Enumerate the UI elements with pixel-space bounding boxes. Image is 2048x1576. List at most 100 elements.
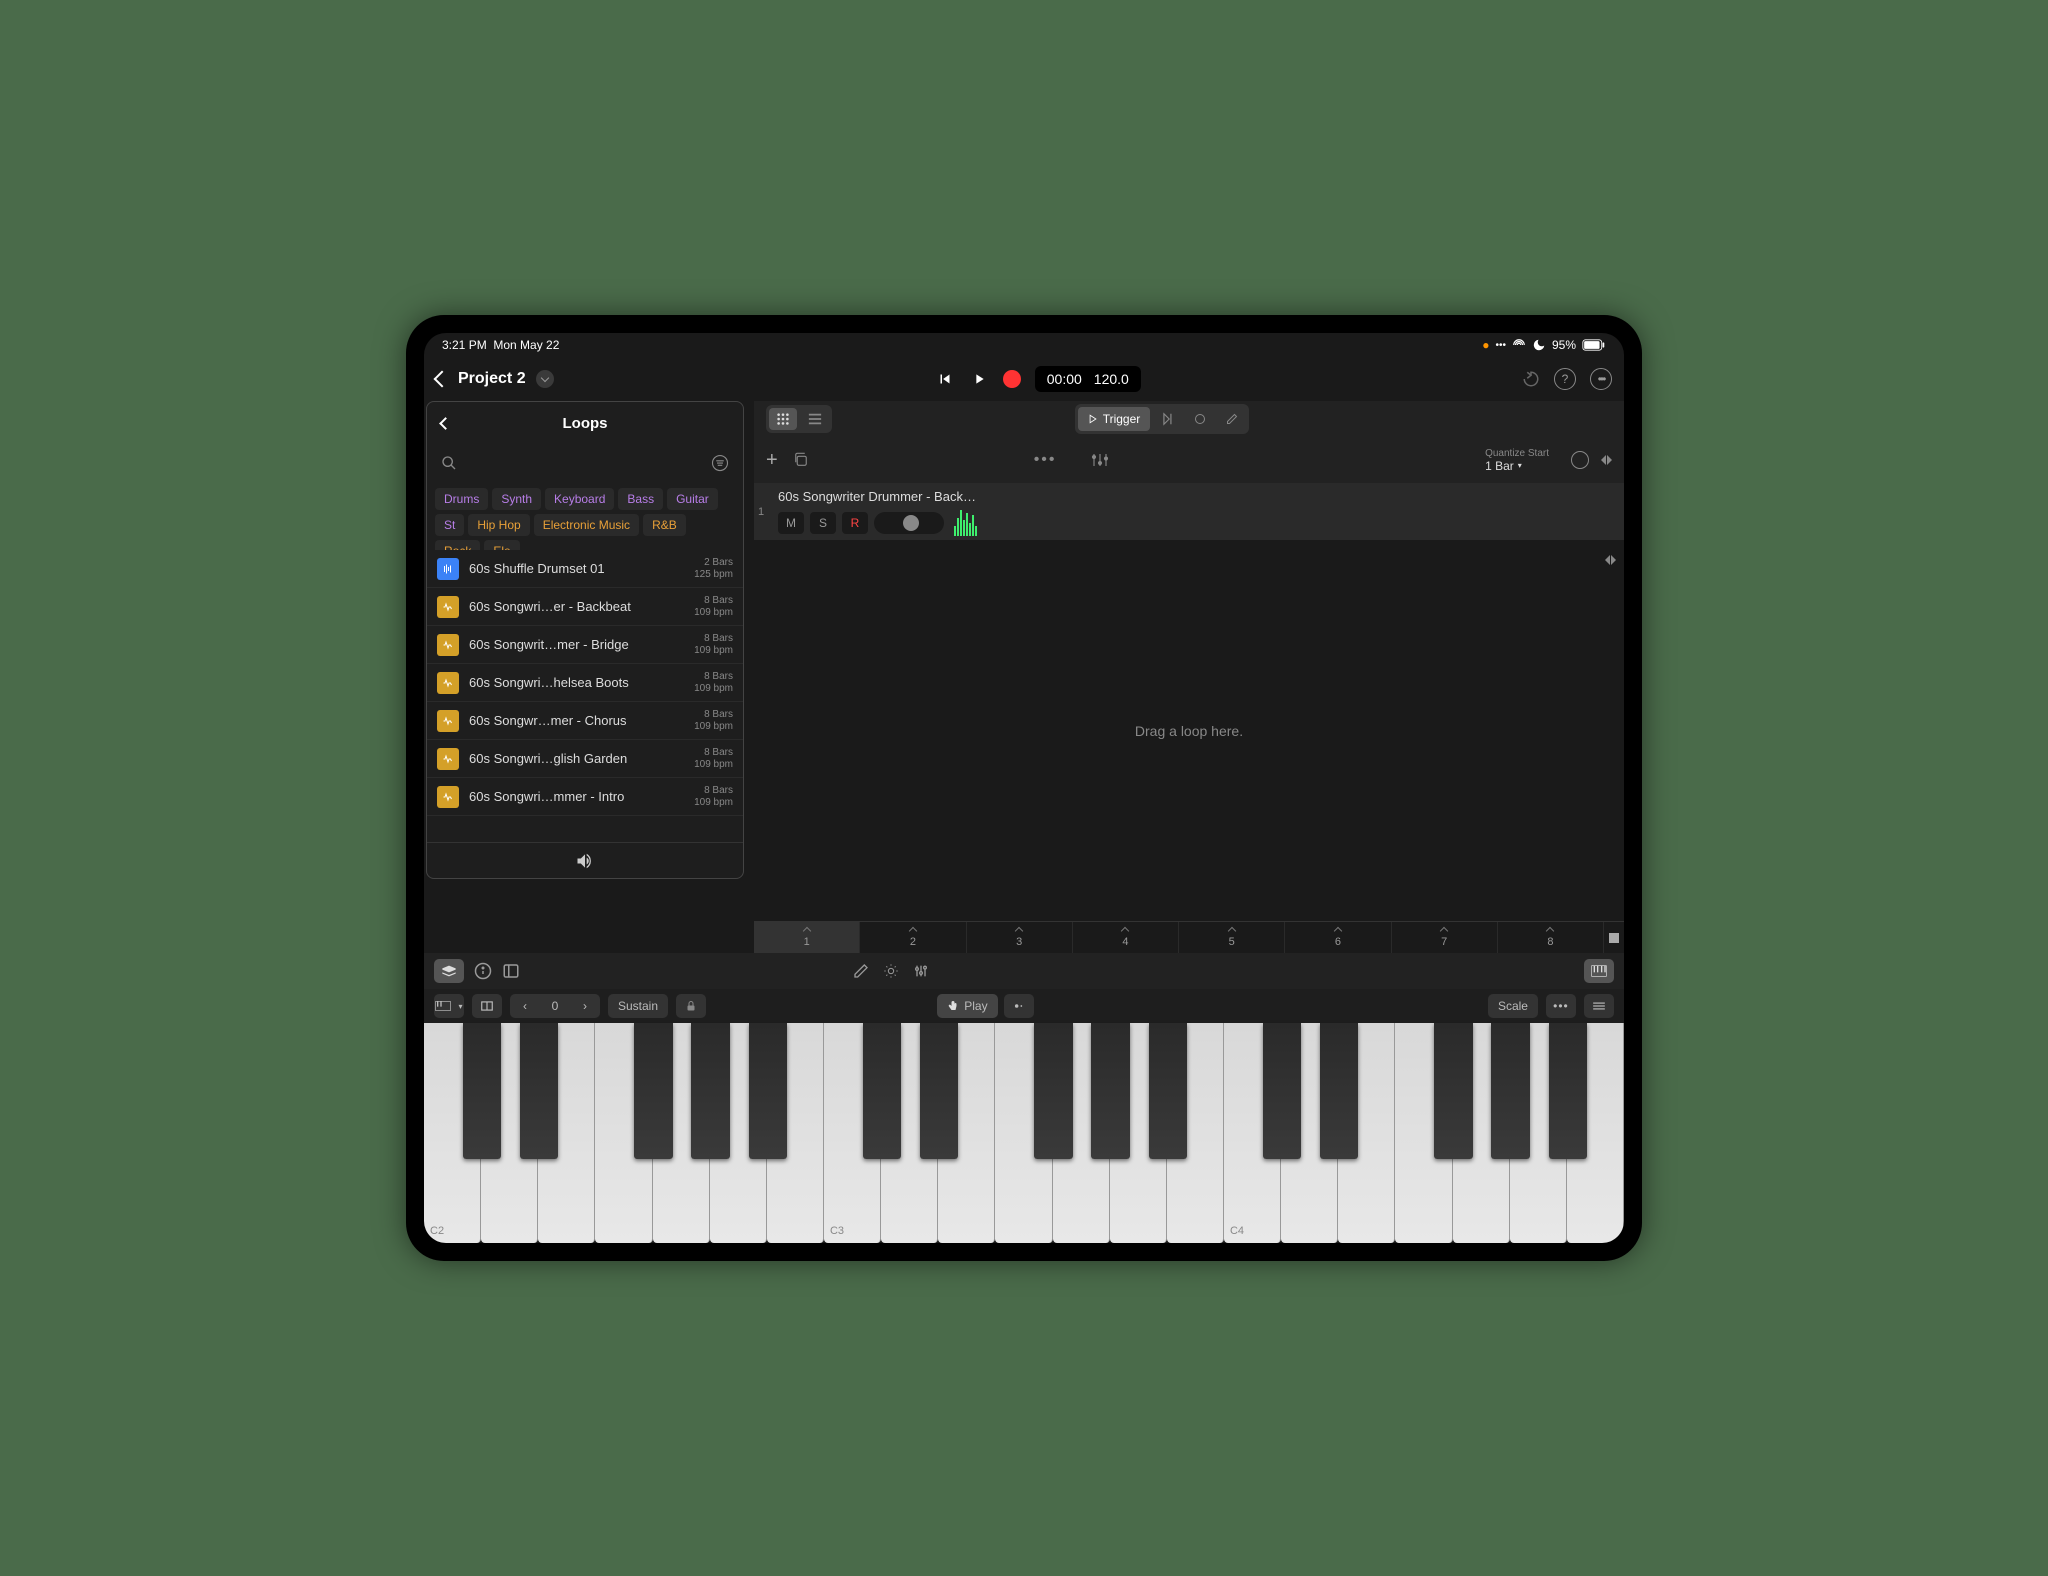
- tag-synth[interactable]: Synth: [492, 488, 541, 510]
- black-key[interactable]: [749, 1023, 787, 1159]
- scene-stop-all[interactable]: [1604, 922, 1624, 953]
- touch-play-button[interactable]: Play: [937, 994, 997, 1018]
- scene-trigger[interactable]: 6: [1285, 922, 1391, 953]
- rewind-button[interactable]: [935, 369, 955, 389]
- mixer-icon[interactable]: [1091, 451, 1109, 469]
- scene-trigger[interactable]: 2: [860, 922, 966, 953]
- black-key[interactable]: [691, 1023, 729, 1159]
- loop-item[interactable]: 60s Songwri…er - Backbeat 8 Bars109 bpm: [427, 588, 743, 626]
- scene-trigger[interactable]: 8: [1498, 922, 1604, 953]
- brightness-icon[interactable]: [883, 963, 899, 979]
- tag-bass[interactable]: Bass: [618, 488, 663, 510]
- loops-title: Loops: [563, 415, 608, 432]
- search-icon[interactable]: [441, 455, 457, 471]
- split-button[interactable]: [472, 994, 502, 1018]
- info-icon[interactable]: [474, 962, 492, 980]
- keyboard-view-button[interactable]: [1584, 959, 1614, 983]
- scene-trigger[interactable]: 7: [1392, 922, 1498, 953]
- black-key[interactable]: [1263, 1023, 1301, 1159]
- piano-keyboard[interactable]: C2C3C4: [424, 1023, 1624, 1243]
- loop-item[interactable]: 60s Shuffle Drumset 01 2 Bars125 bpm: [427, 550, 743, 588]
- project-dropdown[interactable]: [536, 370, 554, 388]
- scene-trigger[interactable]: 1: [754, 922, 860, 953]
- black-key[interactable]: [463, 1023, 501, 1159]
- octave-down[interactable]: ‹: [510, 994, 540, 1018]
- drop-zone[interactable]: Drag a loop here.: [754, 541, 1624, 921]
- scene-trigger[interactable]: 5: [1179, 922, 1285, 953]
- preview-volume-icon[interactable]: [575, 851, 595, 871]
- trigger-mode-button[interactable]: Trigger: [1078, 407, 1151, 431]
- loop-item[interactable]: 60s Songwri…helsea Boots 8 Bars109 bpm: [427, 664, 743, 702]
- black-key[interactable]: [1091, 1023, 1129, 1159]
- undo-icon[interactable]: [1522, 370, 1540, 388]
- black-key[interactable]: [1320, 1023, 1358, 1159]
- track-number: 1: [754, 483, 768, 540]
- record-button[interactable]: [1003, 370, 1021, 388]
- tag-hiphop[interactable]: Hip Hop: [468, 514, 529, 536]
- octave-up[interactable]: ›: [570, 994, 600, 1018]
- scene-trigger[interactable]: 3: [967, 922, 1073, 953]
- sustain-button[interactable]: Sustain: [608, 994, 668, 1018]
- record-mode[interactable]: [1186, 407, 1214, 431]
- panel-icon[interactable]: [502, 962, 520, 980]
- black-key[interactable]: [1549, 1023, 1587, 1159]
- play-button[interactable]: [969, 369, 989, 389]
- status-right: ●••• 95%: [1482, 338, 1606, 352]
- sliders-icon[interactable]: [913, 963, 929, 979]
- add-track-button[interactable]: +: [766, 449, 778, 472]
- loop-item[interactable]: 60s Songwri…mmer - Intro 8 Bars109 bpm: [427, 778, 743, 816]
- kbd-more-button[interactable]: •••: [1546, 994, 1576, 1018]
- track-name[interactable]: 60s Songwriter Drummer - Back…: [778, 489, 1060, 504]
- duplicate-icon[interactable]: [792, 451, 810, 469]
- library-button[interactable]: [434, 959, 464, 983]
- scale-button[interactable]: Scale: [1488, 994, 1538, 1018]
- loop-item[interactable]: 60s Songwr…mer - Chorus 8 Bars109 bpm: [427, 702, 743, 740]
- resize-handle-2[interactable]: [1605, 555, 1616, 565]
- black-key[interactable]: [1434, 1023, 1472, 1159]
- tag-cut[interactable]: St: [435, 514, 464, 536]
- keyboard-type-button[interactable]: ▾: [434, 994, 464, 1018]
- loops-browser-panel: Loops Drums Synth Keyboard Bass Guitar S…: [426, 401, 744, 879]
- black-key[interactable]: [1491, 1023, 1529, 1159]
- loops-back-button[interactable]: [439, 417, 452, 430]
- black-key[interactable]: [863, 1023, 901, 1159]
- black-key[interactable]: [520, 1023, 558, 1159]
- retrigger-mode[interactable]: [1154, 407, 1182, 431]
- more-button[interactable]: •••: [1590, 368, 1612, 390]
- kbd-menu-button[interactable]: [1584, 994, 1614, 1018]
- pencil-icon[interactable]: [853, 963, 869, 979]
- black-key[interactable]: [920, 1023, 958, 1159]
- marker-icon[interactable]: [1571, 451, 1589, 469]
- filter-icon[interactable]: [711, 454, 729, 472]
- black-key[interactable]: [634, 1023, 672, 1159]
- lock-button[interactable]: [676, 994, 706, 1018]
- help-button[interactable]: ?: [1554, 368, 1576, 390]
- tag-cut2[interactable]: Ele: [484, 540, 519, 550]
- tag-rnb[interactable]: R&B: [643, 514, 686, 536]
- grid-view-toggle[interactable]: [769, 408, 797, 430]
- project-title[interactable]: Project 2: [458, 370, 526, 388]
- record-arm-button[interactable]: R: [842, 512, 868, 534]
- glissando-button[interactable]: [1004, 994, 1034, 1018]
- tag-drums[interactable]: Drums: [435, 488, 488, 510]
- resize-handle-1[interactable]: [1601, 455, 1612, 465]
- volume-slider[interactable]: [874, 512, 944, 534]
- quantize-start[interactable]: Quantize Start 1 Bar ▾: [1485, 448, 1549, 473]
- tag-rock[interactable]: Rock: [435, 540, 480, 550]
- track-options[interactable]: •••: [1034, 451, 1057, 469]
- tag-keyboard[interactable]: Keyboard: [545, 488, 614, 510]
- loop-item[interactable]: 60s Songwri…glish Garden 8 Bars109 bpm: [427, 740, 743, 778]
- octave-display: 0: [540, 994, 570, 1018]
- scene-trigger[interactable]: 4: [1073, 922, 1179, 953]
- black-key[interactable]: [1149, 1023, 1187, 1159]
- edit-mode[interactable]: [1218, 407, 1246, 431]
- time-display[interactable]: 00:00120.0: [1035, 366, 1141, 392]
- tag-electronic[interactable]: Electronic Music: [534, 514, 639, 536]
- mute-button[interactable]: M: [778, 512, 804, 534]
- back-button[interactable]: [434, 371, 451, 388]
- tag-guitar[interactable]: Guitar: [667, 488, 718, 510]
- loop-item[interactable]: 60s Songwrit…mer - Bridge 8 Bars109 bpm: [427, 626, 743, 664]
- black-key[interactable]: [1034, 1023, 1072, 1159]
- list-view-toggle[interactable]: [801, 408, 829, 430]
- solo-button[interactable]: S: [810, 512, 836, 534]
